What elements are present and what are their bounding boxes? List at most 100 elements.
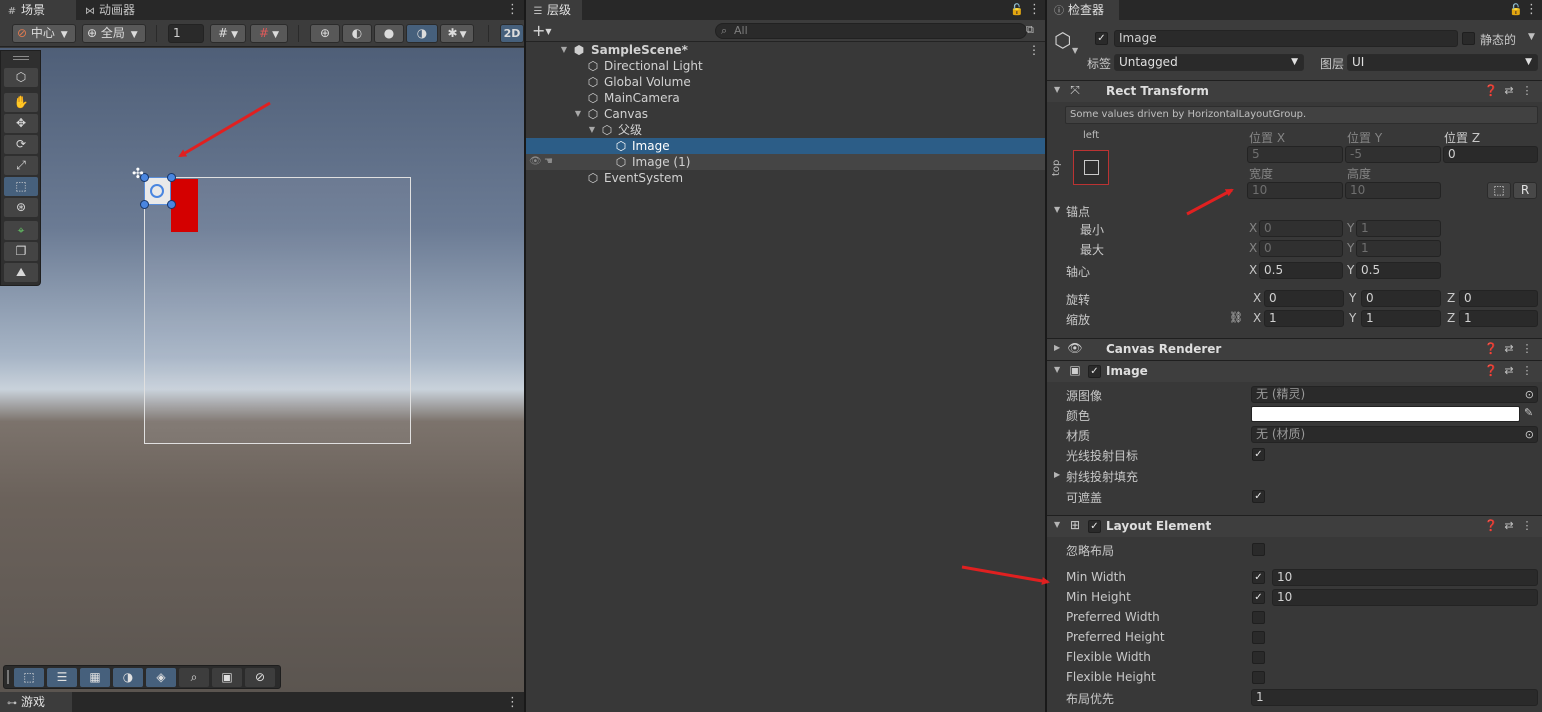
scale-y-field[interactable]: 1 (1361, 310, 1441, 327)
expand-arrow-icon[interactable]: ▶ (1054, 470, 1060, 479)
min-height-checkbox[interactable]: ✓ (1252, 591, 1265, 604)
help-icon[interactable]: ❓ (1482, 519, 1500, 532)
tab-scene[interactable]: # 场景 (0, 0, 76, 20)
eyedropper-icon[interactable]: ✎ (1524, 406, 1533, 419)
grid-overlay-button[interactable]: ▦ (80, 668, 110, 687)
expand-arrow-icon[interactable]: ▶ (1054, 343, 1060, 352)
tab-inspector[interactable]: ⓘ 检查器 (1047, 0, 1119, 20)
pos-z-field[interactable]: 0 (1443, 146, 1538, 163)
layout-overlay-button[interactable]: ☰ (47, 668, 77, 687)
tree-item-event-system[interactable]: ⬡ EventSystem (526, 170, 1045, 186)
rotation-y-field[interactable]: 0 (1361, 290, 1441, 307)
rect-tool-button[interactable]: ⬚ (4, 177, 38, 196)
grid-visibility-dropdown[interactable]: # ▼ (250, 24, 288, 43)
wireframe-shading-button[interactable]: ⊕ (310, 24, 340, 43)
source-image-field[interactable]: 无 (精灵) ⊙ (1251, 386, 1538, 403)
visibility-eye-icon[interactable]: 👁 (529, 154, 542, 170)
layout-element-header[interactable]: ▼ ⊞ ✓ Layout Element ❓ ⇄ ⋮ (1047, 515, 1542, 537)
object-picker-icon[interactable]: ⊙ (1525, 387, 1534, 402)
help-icon[interactable]: ❓ (1482, 84, 1500, 97)
color-swatch[interactable] (1251, 406, 1520, 422)
scale-x-field[interactable]: 1 (1264, 310, 1344, 327)
tree-item-image[interactable]: ⬡ Image (526, 138, 1045, 154)
scale-z-field[interactable]: 1 (1459, 310, 1538, 327)
anchor-presets-button[interactable] (1073, 150, 1109, 185)
help-icon[interactable]: ❓ (1482, 364, 1500, 377)
tab-animator[interactable]: ⋈ 动画器 (78, 0, 143, 20)
flexible-height-checkbox[interactable] (1252, 671, 1265, 684)
active-checkbox[interactable]: ✓ (1095, 32, 1108, 45)
scene-menu-icon[interactable]: ⋮ (506, 2, 519, 18)
maskable-checkbox[interactable]: ✓ (1252, 490, 1265, 503)
pivot-mode-dropdown[interactable]: ⊘ 中心 ▼ (12, 24, 76, 43)
layer-dropdown[interactable]: UI ▼ (1347, 54, 1538, 71)
tree-item-scene[interactable]: ▼ ⬢ SampleScene* ⋮ (526, 42, 1045, 58)
object-name-input[interactable]: Image (1114, 30, 1458, 47)
tree-item-main-camera[interactable]: ⬡ MainCamera (526, 90, 1045, 106)
component-menu-icon[interactable]: ⋮ (1518, 519, 1536, 532)
view-cube-button[interactable]: ⬡ (4, 68, 38, 87)
tree-item-image-1[interactable]: 👁 ☚ ⬡ Image (1) (526, 154, 1045, 170)
rect-transform-header[interactable]: ▼ ⤧ Rect Transform ❓ ⇄ ⋮ (1047, 80, 1542, 102)
tag-dropdown[interactable]: Untagged ▼ (1114, 54, 1304, 71)
rotation-z-field[interactable]: 0 (1459, 290, 1538, 307)
game-menu-icon[interactable]: ⋮ (506, 695, 519, 711)
overlay-tool-button[interactable]: ❐ (4, 242, 38, 261)
preset-icon[interactable]: ⇄ (1500, 84, 1518, 97)
material-field[interactable]: 无 (材质) ⊙ (1251, 426, 1538, 443)
terrain-tool-button[interactable]: ⛰ (4, 263, 38, 282)
gizmos-overlay-button[interactable]: ⊘ (245, 668, 275, 687)
min-width-field[interactable]: 10 (1272, 569, 1538, 586)
collapse-arrow-icon[interactable]: ▼ (1054, 520, 1060, 529)
drag-handle[interactable] (13, 56, 29, 57)
constrain-proportions-icon[interactable]: ⛓ (1229, 311, 1243, 324)
preferred-width-checkbox[interactable] (1252, 611, 1265, 624)
scene-viewport[interactable]: ⬡ ✋ ✥ ⟳ ⤢ ⬚ ⊛ ⌖ ❐ ⛰ ✣ ⬚ ☰ ▦ ◑ ◈ ⌕ ▣ ⊘ (0, 48, 524, 692)
shaded-button[interactable]: ● (374, 24, 404, 43)
preset-icon[interactable]: ⇄ (1500, 364, 1518, 377)
rect-overlay-button[interactable]: ⬚ (14, 668, 44, 687)
tab-hierarchy[interactable]: ☰ 层级 (526, 0, 582, 20)
static-dropdown-icon[interactable]: ▼ (1528, 32, 1535, 42)
anchor-icon[interactable]: ✣ (132, 166, 144, 182)
rect-handle-br[interactable] (167, 200, 176, 209)
raw-edit-button[interactable]: R (1513, 182, 1537, 199)
preset-icon[interactable]: ⇄ (1500, 519, 1518, 532)
pivot-handle[interactable] (150, 184, 164, 198)
grid-size-input[interactable]: 1 (168, 24, 204, 43)
move-tool-button[interactable]: ✥ (4, 114, 38, 133)
collapse-arrow-icon[interactable]: ▼ (1054, 85, 1060, 94)
pivot-x-field[interactable]: 0.5 (1259, 262, 1343, 279)
static-checkbox[interactable] (1462, 32, 1475, 45)
tab-game[interactable]: ⊶ 游戏 (0, 692, 72, 712)
tree-item-global-volume[interactable]: ⬡ Global Volume (526, 74, 1045, 90)
scene-menu-icon[interactable]: ⋮ (1028, 42, 1040, 58)
raycast-target-checkbox[interactable]: ✓ (1252, 448, 1265, 461)
layout-element-enabled-checkbox[interactable]: ✓ (1088, 520, 1101, 533)
tree-item-directional-light[interactable]: ⬡ Directional Light (526, 58, 1045, 74)
preferred-height-checkbox[interactable] (1252, 631, 1265, 644)
search-overlay-button[interactable]: ⌕ (179, 668, 209, 687)
rotate-tool-button[interactable]: ⟳ (4, 135, 38, 154)
hierarchy-menu-icon[interactable]: ⋮ (1028, 2, 1041, 18)
pickable-hand-icon[interactable]: ☚ (544, 154, 553, 170)
camera-overlay-button[interactable]: ▣ (212, 668, 242, 687)
component-menu-icon[interactable]: ⋮ (1518, 342, 1536, 355)
image-enabled-checkbox[interactable]: ✓ (1088, 365, 1101, 378)
image-component-header[interactable]: ▼ ▣ ✓ Image ❓ ⇄ ⋮ (1047, 360, 1542, 382)
transform-tool-button[interactable]: ⊛ (4, 198, 38, 217)
collapse-arrow-icon[interactable]: ▼ (1054, 365, 1060, 374)
space-mode-dropdown[interactable]: ⊕ 全局 ▼ (82, 24, 146, 43)
min-width-checkbox[interactable]: ✓ (1252, 571, 1265, 584)
layout-priority-field[interactable]: 1 (1251, 689, 1538, 706)
ignore-layout-checkbox[interactable] (1252, 543, 1265, 556)
grid-snap-dropdown[interactable]: # ▼ (210, 24, 246, 43)
flexible-width-checkbox[interactable] (1252, 651, 1265, 664)
object-picker-icon[interactable]: ⊙ (1525, 427, 1534, 442)
rotation-x-field[interactable]: 0 (1264, 290, 1344, 307)
search-by-type-icon[interactable]: ⧉ (1026, 23, 1034, 37)
lock-icon[interactable]: 🔓 (1010, 3, 1024, 16)
component-menu-icon[interactable]: ⋮ (1518, 84, 1536, 97)
drag-handle[interactable] (7, 670, 9, 684)
custom-tool-button[interactable]: ⌖ (4, 221, 38, 240)
